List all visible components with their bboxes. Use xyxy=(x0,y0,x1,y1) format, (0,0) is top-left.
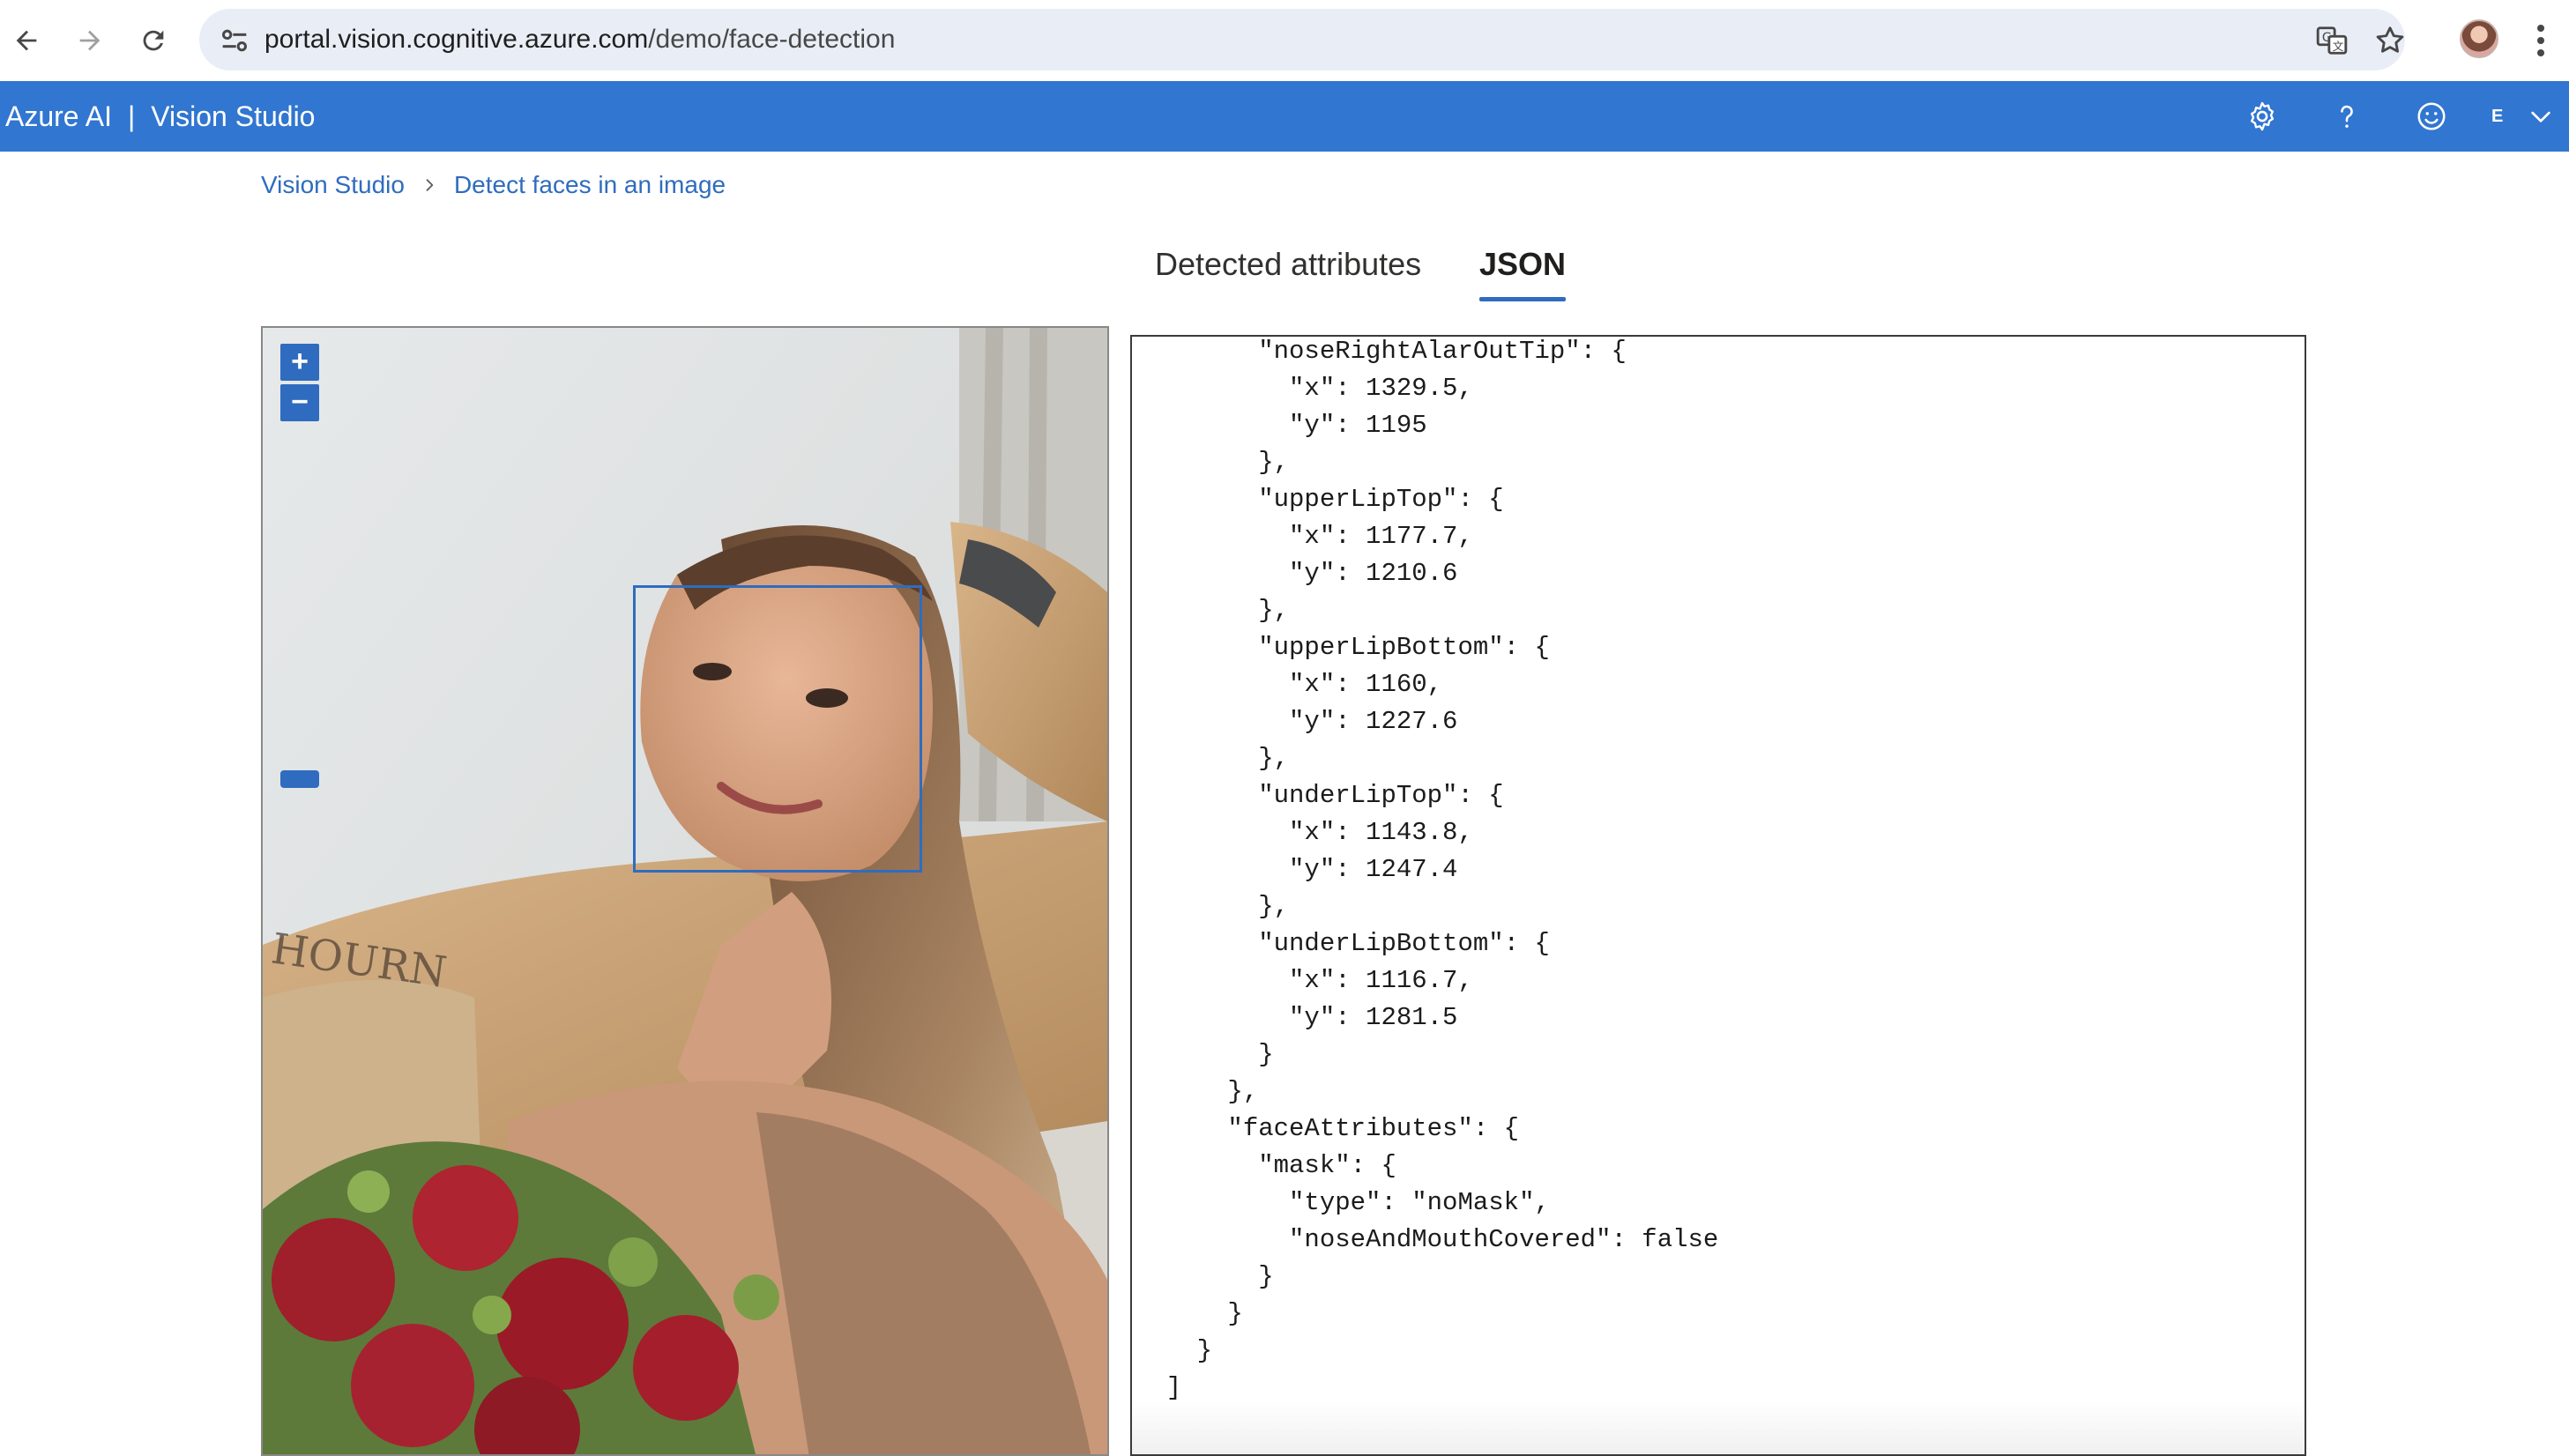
json-line: "y": 1281.5 xyxy=(1136,1003,1458,1032)
zoom-in-button[interactable]: + xyxy=(280,344,319,381)
smiley-icon xyxy=(2417,102,2446,130)
site-settings-icon[interactable] xyxy=(217,23,252,58)
brand-divider: | xyxy=(127,100,136,132)
face-bounding-box[interactable] xyxy=(633,585,922,873)
settings-button[interactable] xyxy=(2243,97,2282,136)
url-host: portal.vision.cognitive.azure.com xyxy=(264,25,649,54)
json-line: "x": 1160, xyxy=(1136,670,1443,699)
breadcrumb-detect-faces[interactable]: Detect faces in an image xyxy=(454,171,726,199)
json-line: } xyxy=(1136,1336,1213,1365)
json-line: }, xyxy=(1136,596,1290,625)
json-line: "y": 1227.6 xyxy=(1136,707,1458,736)
json-line: "underLipBottom": { xyxy=(1136,929,1550,958)
json-line: "type": "noMask", xyxy=(1136,1188,1550,1217)
url-path: /demo/face-detection xyxy=(648,25,896,54)
json-line: }, xyxy=(1136,744,1290,773)
brand-name: Azure AI xyxy=(5,100,112,132)
feedback-button[interactable] xyxy=(2412,97,2451,136)
json-line: "noseAndMouthCovered": false xyxy=(1136,1225,1719,1254)
profile-avatar[interactable] xyxy=(2460,19,2498,58)
json-line: "noseRightAlarOutTip": { xyxy=(1136,337,1627,366)
product-name: Vision Studio xyxy=(151,100,316,132)
forward-button[interactable] xyxy=(69,19,111,62)
user-initial[interactable]: E xyxy=(2491,81,2503,152)
translate-icon[interactable]: G 文 xyxy=(2315,24,2349,57)
json-line: "upperLipTop": { xyxy=(1136,485,1504,514)
json-line: "y": 1247.4 xyxy=(1136,855,1458,884)
json-line: } xyxy=(1136,1299,1243,1328)
json-line: }, xyxy=(1136,892,1290,921)
svg-text:文: 文 xyxy=(2333,40,2344,53)
image-viewer: HOURN + − xyxy=(261,326,1109,1456)
json-line: }, xyxy=(1136,1077,1259,1106)
json-line: "x": 1116.7, xyxy=(1136,966,1473,995)
json-line: "y": 1210.6 xyxy=(1136,559,1458,588)
address-bar[interactable]: portal.vision.cognitive.azure.com/demo/f… xyxy=(199,9,2405,71)
back-button[interactable] xyxy=(5,19,48,62)
json-output-panel[interactable]: "noseRightAlarOutTip": { "x": 1329.5, "y… xyxy=(1130,335,2306,1456)
json-line: "upperLipBottom": { xyxy=(1136,633,1550,662)
json-line: } xyxy=(1136,1262,1274,1291)
json-line: "x": 1177.7, xyxy=(1136,522,1473,551)
browser-menu-icon[interactable] xyxy=(2523,19,2558,62)
chevron-down-icon[interactable] xyxy=(2527,102,2555,130)
help-button[interactable] xyxy=(2327,97,2366,136)
tab-detected-attributes[interactable]: Detected attributes xyxy=(1155,238,1421,303)
app-header: Azure AI | Vision Studio E xyxy=(0,81,2569,152)
url-text: portal.vision.cognitive.azure.com/demo/f… xyxy=(264,9,895,71)
gear-icon xyxy=(2250,101,2275,131)
arrow-left-icon xyxy=(16,30,37,51)
breadcrumb-vision-studio[interactable]: Vision Studio xyxy=(261,171,405,199)
tab-json[interactable]: JSON xyxy=(1479,238,1567,303)
json-line: "mask": { xyxy=(1136,1151,1396,1180)
chevron-right-icon xyxy=(426,179,434,191)
json-line: "y": 1195 xyxy=(1136,411,1427,440)
json-line: "faceAttributes": { xyxy=(1136,1114,1520,1143)
breadcrumb: Vision Studio Detect faces in an image xyxy=(261,167,726,203)
uploaded-photo: HOURN xyxy=(263,328,1107,1454)
json-line: "x": 1143.8, xyxy=(1136,818,1473,847)
zoom-out-button[interactable]: − xyxy=(280,384,319,421)
arrow-right-icon xyxy=(79,30,101,51)
reload-button[interactable] xyxy=(132,19,175,62)
json-line: "underLipTop": { xyxy=(1136,781,1504,810)
json-line: }, xyxy=(1136,448,1290,477)
app-brand[interactable]: Azure AI | Vision Studio xyxy=(5,81,315,152)
json-line: "x": 1329.5, xyxy=(1136,374,1473,403)
json-line: } xyxy=(1136,1040,1274,1069)
browser-toolbar: portal.vision.cognitive.azure.com/demo/f… xyxy=(0,0,2569,81)
bookmark-star-icon[interactable] xyxy=(2373,24,2407,57)
reload-icon xyxy=(143,30,164,51)
zoom-slider-handle[interactable] xyxy=(280,770,319,788)
scroll-fade xyxy=(1132,1401,2305,1454)
question-mark-icon xyxy=(2341,105,2353,128)
